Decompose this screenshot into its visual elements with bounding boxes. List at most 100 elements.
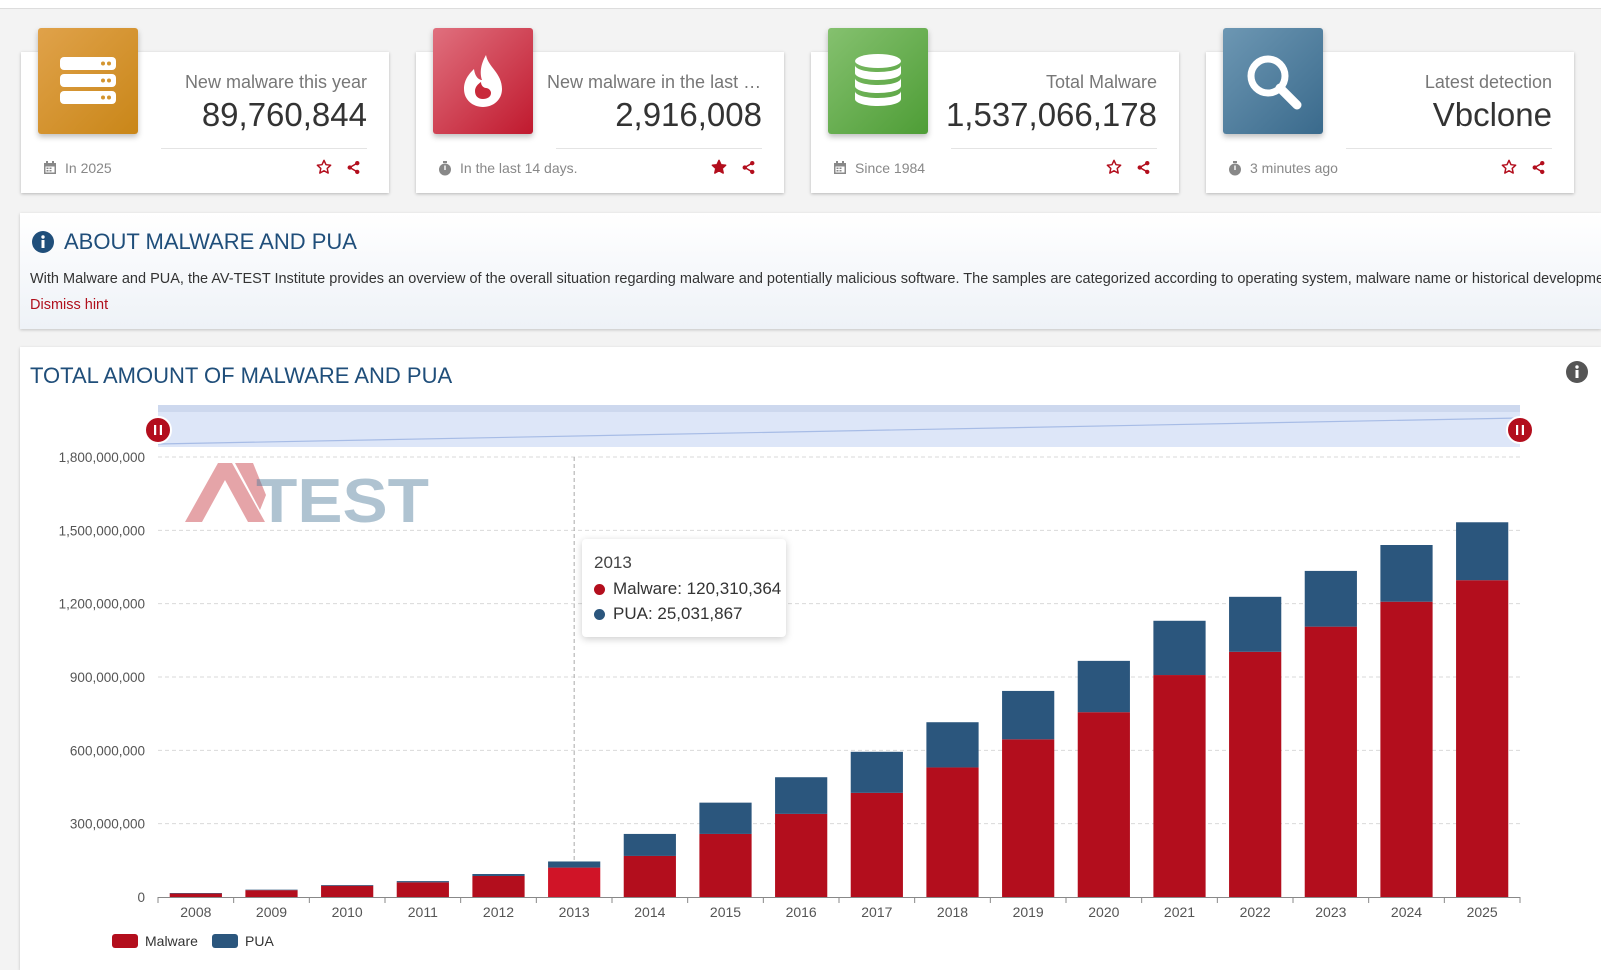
card-tile xyxy=(433,28,533,134)
stat-card-latest-detection: Latest detection Vbclone 3 minutes ago xyxy=(1206,28,1574,193)
divider xyxy=(951,148,1157,149)
y-tick-label: 300,000,000 xyxy=(70,817,145,832)
x-tick-label: 2024 xyxy=(1391,904,1422,920)
calendar-icon xyxy=(834,161,846,174)
stopwatch-icon xyxy=(1229,160,1241,175)
bar-malware-2020 xyxy=(1077,712,1130,897)
x-tick-label: 2017 xyxy=(861,904,892,920)
bar-malware-2009 xyxy=(245,890,298,897)
bar-pua-2010 xyxy=(321,885,374,886)
chart-card: TOTAL AMOUNT OF MALWARE AND PUA 0 300,000… xyxy=(20,347,1601,970)
card-footer: In 2025 xyxy=(43,160,112,176)
database-icon xyxy=(855,54,901,106)
x-tick-label: 2016 xyxy=(786,904,817,920)
bar-pua-2008 xyxy=(169,893,222,894)
tooltip-malware-row: Malware: 120,310,364 xyxy=(594,579,781,599)
share-icon[interactable] xyxy=(1136,160,1151,180)
bar-malware-2024 xyxy=(1380,601,1433,897)
card-footer-text: In the last 14 days. xyxy=(460,160,578,176)
y-tick-label: 600,000,000 xyxy=(70,743,145,758)
favorite-star-icon[interactable] xyxy=(1106,159,1122,180)
card-value: Vbclone xyxy=(1432,96,1552,133)
x-tick-label: 2021 xyxy=(1164,904,1195,920)
divider xyxy=(556,148,762,149)
bar-malware-2019 xyxy=(1002,739,1055,897)
card-value: 1,537,066,178 xyxy=(945,96,1157,133)
pua-dot xyxy=(594,608,605,620)
calendar-icon xyxy=(44,161,56,174)
range-handle-grip xyxy=(1521,425,1524,435)
card-footer-text: Since 1984 xyxy=(855,160,926,176)
divider xyxy=(161,148,367,149)
bar-pua-2019 xyxy=(1002,690,1055,740)
favorite-star-icon[interactable] xyxy=(711,159,727,180)
bar-pua-2013 xyxy=(548,861,601,868)
x-tick-label: 2008 xyxy=(180,904,211,920)
bar-malware-2008 xyxy=(169,893,222,897)
tooltip-pua-row: PUA: 25,031,867 xyxy=(594,604,742,624)
stopwatch-icon xyxy=(439,160,451,175)
legend-label-pua: PUA xyxy=(245,933,274,949)
bar-malware-2015 xyxy=(699,833,752,897)
card-footer-text: In 2025 xyxy=(65,160,112,176)
legend-label-malware: Malware xyxy=(145,933,198,949)
bar-malware-2018 xyxy=(926,767,979,897)
bar-pua-2009 xyxy=(245,889,298,891)
bar-pua-2017 xyxy=(850,751,903,793)
x-tick-label: 2014 xyxy=(634,904,665,920)
dismiss-hint-link[interactable]: Dismiss hint xyxy=(30,297,108,313)
y-tick-label: 1,200,000,000 xyxy=(59,597,145,612)
y-tick-label: 1,800,000,000 xyxy=(59,450,145,465)
bar-pua-2018 xyxy=(926,722,979,768)
share-icon[interactable] xyxy=(346,160,361,180)
legend-swatch-malware[interactable] xyxy=(112,934,138,948)
range-handle-left[interactable] xyxy=(144,416,172,444)
bar-pua-2016 xyxy=(775,777,828,814)
tooltip-malware-value: Malware: 120,310,364 xyxy=(613,579,782,598)
range-handle-grip xyxy=(1516,425,1519,435)
bar-malware-2010 xyxy=(321,885,374,897)
y-tick-label: 0 xyxy=(137,890,145,905)
range-handle-right[interactable] xyxy=(1506,416,1534,444)
bar-pua-2024 xyxy=(1380,545,1433,602)
card-label: Total Malware xyxy=(1045,72,1157,92)
flame-icon xyxy=(464,55,502,107)
card-footer: In the last 14 days. xyxy=(438,160,578,176)
about-text: With Malware and PUA, the AV-TEST Instit… xyxy=(30,271,1601,287)
about-title-text: ABOUT MALWARE AND PUA xyxy=(64,229,357,254)
x-tick-label: 2011 xyxy=(408,904,438,920)
card-actions xyxy=(711,159,756,180)
bar-pua-2022 xyxy=(1229,596,1282,652)
bar-pua-2012 xyxy=(472,874,525,876)
range-handle-grip xyxy=(154,425,157,435)
x-tick-label: 2018 xyxy=(937,904,968,920)
card-tile xyxy=(828,28,928,134)
legend-swatch-pua[interactable] xyxy=(212,934,238,948)
favorite-star-icon[interactable] xyxy=(316,159,332,180)
card-tile xyxy=(1223,28,1323,134)
avtest-logo-text: TEST xyxy=(256,467,429,536)
stat-card-new-malware-year: New malware this year 89,760,844 In 2025 xyxy=(21,28,389,193)
bar-malware-2023 xyxy=(1304,626,1357,897)
card-actions xyxy=(316,159,361,180)
share-icon[interactable] xyxy=(741,160,756,180)
card-label: Latest detection xyxy=(1424,72,1552,92)
x-tick-label: 2013 xyxy=(559,904,590,920)
tooltip-pua-value: PUA: 25,031,867 xyxy=(613,604,743,623)
bar-malware-2013 xyxy=(548,867,601,897)
chart-tooltip: 2013 Malware: 120,310,364 PUA: 25,031,86… xyxy=(582,539,786,637)
malware-dot xyxy=(594,583,605,595)
bar-pua-2021 xyxy=(1153,620,1206,676)
card-value: 2,916,008 xyxy=(615,96,762,133)
x-tick-label: 2010 xyxy=(332,904,363,920)
about-title: ABOUT MALWARE AND PUA xyxy=(32,229,357,255)
card-footer-text: 3 minutes ago xyxy=(1250,160,1338,176)
x-tick-label: 2023 xyxy=(1315,904,1346,920)
search-icon xyxy=(1247,55,1302,110)
share-icon[interactable] xyxy=(1531,160,1546,180)
bar-malware-2014 xyxy=(623,855,676,897)
card-tile xyxy=(38,28,138,134)
range-navigator-track xyxy=(158,405,1520,412)
card-label: New malware this year xyxy=(184,72,367,92)
favorite-star-icon[interactable] xyxy=(1501,159,1517,180)
